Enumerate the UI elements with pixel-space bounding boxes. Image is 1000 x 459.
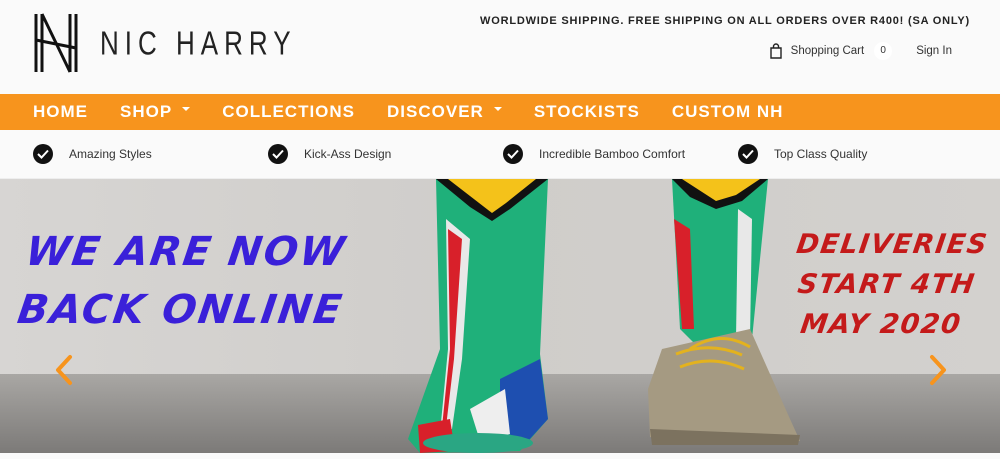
nav-shop[interactable]: SHOP	[120, 102, 191, 122]
site-header: NIC HARRY WORLDWIDE SHIPPING. FREE SHIPP…	[0, 0, 1000, 94]
feature-label: Amazing Styles	[69, 147, 152, 161]
right-sock-image	[648, 179, 800, 445]
caret-down-icon	[493, 107, 502, 111]
check-circle-icon	[268, 144, 288, 164]
feature-item: Top Class Quality	[738, 144, 973, 164]
hero-right-line1: DELIVERIES	[794, 229, 990, 260]
feature-label: Incredible Bamboo Comfort	[539, 147, 686, 161]
check-circle-icon	[503, 144, 523, 164]
feature-item: Kick-Ass Design	[268, 144, 503, 164]
nav-shop-label: SHOP	[120, 102, 173, 121]
check-circle-icon	[33, 144, 53, 164]
nav-collections-label: COLLECTIONS	[222, 102, 356, 121]
nav-discover-label: DISCOVER	[387, 102, 484, 121]
signin-link[interactable]: Sign In	[916, 45, 952, 57]
hero-slider: WE ARE NOW BACK ONLINE DELIVERIES START …	[0, 179, 1000, 453]
feature-label: Top Class Quality	[774, 147, 868, 161]
account-links: Shopping Cart 0 Sign In	[769, 42, 952, 60]
nav-home-label: HOME	[33, 102, 88, 121]
slider-next-arrow-icon[interactable]	[928, 354, 948, 386]
feature-bar: Amazing Styles Kick-Ass Design Incredibl…	[0, 130, 1000, 179]
nav-stockists[interactable]: STOCKISTS	[534, 102, 640, 122]
check-circle-icon	[738, 144, 758, 164]
slider-prev-arrow-icon[interactable]	[54, 354, 74, 386]
left-sock-image	[408, 179, 548, 453]
nav-collections[interactable]: COLLECTIONS	[222, 102, 355, 122]
nav-custom-nh-label: CUSTOM NH	[671, 102, 784, 121]
hero-right-line2: START 4TH	[795, 269, 978, 300]
feature-item: Amazing Styles	[33, 144, 268, 164]
nh-logo-icon	[34, 13, 78, 73]
caret-down-icon	[182, 107, 191, 111]
nav-stockists-label: STOCKISTS	[533, 102, 640, 121]
shipping-message: WORLDWIDE SHIPPING. FREE SHIPPING ON ALL…	[480, 15, 970, 27]
hero-headline-left: WE ARE NOW BACK ONLINE	[14, 223, 355, 339]
nav-discover[interactable]: DISCOVER	[387, 102, 502, 122]
brand-name: NIC HARRY	[100, 22, 297, 62]
feature-label: Kick-Ass Design	[304, 147, 392, 161]
hero-left-line2: BACK ONLINE	[14, 287, 347, 333]
shopping-bag-icon[interactable]	[769, 43, 783, 59]
feature-item: Incredible Bamboo Comfort	[503, 144, 738, 164]
hero-right-line3: MAY 2020	[798, 309, 964, 340]
logo[interactable]: NIC HARRY	[30, 10, 297, 76]
nav-custom-nh[interactable]: CUSTOM NH	[672, 102, 784, 122]
hero-headline-right: DELIVERIES START 4TH MAY 2020	[782, 225, 990, 345]
cart-link[interactable]: Shopping Cart	[791, 45, 865, 57]
nav-home[interactable]: HOME	[33, 102, 88, 122]
hero-left-line1: WE ARE NOW	[22, 229, 350, 275]
cart-count-badge: 0	[874, 42, 893, 60]
main-nav: HOME SHOP COLLECTIONS DISCOVER STOCKISTS…	[0, 94, 1000, 130]
